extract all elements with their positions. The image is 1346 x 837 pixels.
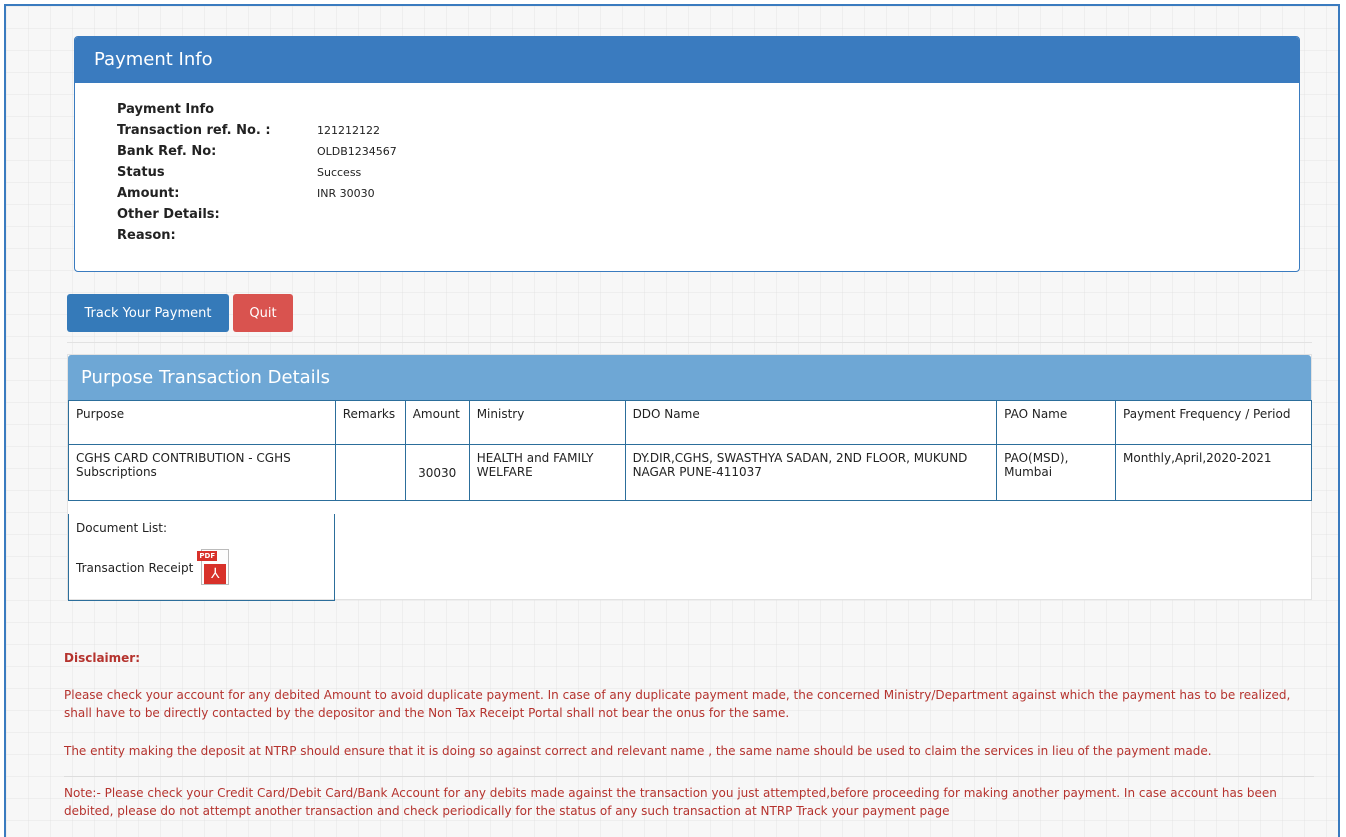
pdf-icon[interactable]: PDF ⅄ bbox=[197, 549, 231, 587]
disclaimer-paragraph-2: The entity making the deposit at NTRP sh… bbox=[64, 744, 1212, 758]
cell-frequency: Monthly,April,2020-2021 bbox=[1115, 444, 1312, 501]
amount-label: Amount: bbox=[117, 186, 180, 201]
info-label: Payment Info bbox=[117, 102, 215, 117]
status-label: Status bbox=[117, 165, 165, 180]
bank-ref-label: Bank Ref. No: bbox=[117, 144, 217, 159]
transaction-ref-value: 121212122 bbox=[317, 124, 380, 137]
info-row: Other Details: bbox=[117, 204, 397, 225]
page-frame: Payment Info Payment Info Transaction re… bbox=[4, 4, 1340, 837]
transaction-ref-label: Transaction ref. No. : bbox=[117, 123, 271, 138]
bank-ref-value: OLDB1234567 bbox=[317, 145, 397, 158]
info-row: Status Success bbox=[117, 162, 397, 183]
purpose-transaction-panel: Purpose Transaction Details Purpose Rema… bbox=[67, 354, 1312, 601]
acrobat-mark-icon: ⅄ bbox=[204, 564, 227, 584]
col-remarks: Remarks bbox=[334, 400, 406, 445]
note-divider bbox=[64, 776, 1314, 777]
cell-pao-name: PAO(MSD), Mumbai bbox=[996, 444, 1117, 501]
pdf-tag: PDF bbox=[197, 551, 218, 561]
table-row: CGHS CARD CONTRIBUTION - CGHS Subscripti… bbox=[68, 444, 1312, 501]
cell-ddo-name: DY.DIR,CGHS, SWASTHYA SADAN, 2ND FLOOR, … bbox=[624, 444, 998, 501]
info-row: Amount: INR 30030 bbox=[117, 183, 397, 204]
document-name[interactable]: Transaction Receipt bbox=[76, 561, 193, 575]
purpose-heading: Purpose Transaction Details bbox=[68, 355, 1311, 400]
disclaimer-note: Note:- Please check your Credit Card/Deb… bbox=[64, 786, 1277, 818]
info-row: Bank Ref. No: OLDB1234567 bbox=[117, 141, 397, 162]
quit-button[interactable]: Quit bbox=[233, 294, 293, 332]
col-frequency: Payment Frequency / Period bbox=[1115, 400, 1312, 445]
cell-remarks bbox=[334, 444, 406, 501]
other-details-label: Other Details: bbox=[117, 207, 220, 222]
amount-value: INR 30030 bbox=[317, 187, 375, 200]
document-item[interactable]: Transaction Receipt PDF ⅄ bbox=[76, 549, 327, 587]
status-value: Success bbox=[317, 166, 362, 179]
info-row: Reason: bbox=[117, 225, 397, 246]
info-row: Payment Info bbox=[117, 99, 397, 120]
divider bbox=[67, 342, 1312, 343]
disclaimer-title: Disclaimer: bbox=[64, 651, 141, 665]
col-amount: Amount bbox=[404, 400, 470, 445]
cell-amount: 30030 bbox=[404, 444, 470, 501]
track-payment-button[interactable]: Track Your Payment bbox=[67, 294, 229, 332]
info-row: Transaction ref. No. : 121212122 bbox=[117, 120, 397, 141]
col-ministry: Ministry bbox=[468, 400, 626, 445]
document-list-label: Document List: bbox=[76, 521, 168, 535]
purpose-table: Purpose Remarks Amount Ministry DDO Name… bbox=[68, 400, 1312, 501]
cell-purpose: CGHS CARD CONTRIBUTION - CGHS Subscripti… bbox=[68, 444, 336, 501]
reason-label: Reason: bbox=[117, 228, 176, 243]
table-header-row: Purpose Remarks Amount Ministry DDO Name… bbox=[68, 400, 1312, 445]
document-list-cell: Document List: Transaction Receipt PDF ⅄ bbox=[68, 514, 335, 601]
payment-info-rows: Payment Info Transaction ref. No. : 1212… bbox=[117, 99, 397, 246]
payment-info-panel: Payment Info Payment Info Transaction re… bbox=[74, 36, 1300, 272]
payment-info-heading: Payment Info bbox=[75, 37, 1299, 83]
cell-ministry: HEALTH and FAMILY WELFARE bbox=[468, 444, 626, 501]
col-ddo-name: DDO Name bbox=[624, 400, 998, 445]
col-pao-name: PAO Name bbox=[996, 400, 1117, 445]
disclaimer-paragraph-1: Please check your account for any debite… bbox=[64, 688, 1291, 720]
col-purpose: Purpose bbox=[68, 400, 336, 445]
